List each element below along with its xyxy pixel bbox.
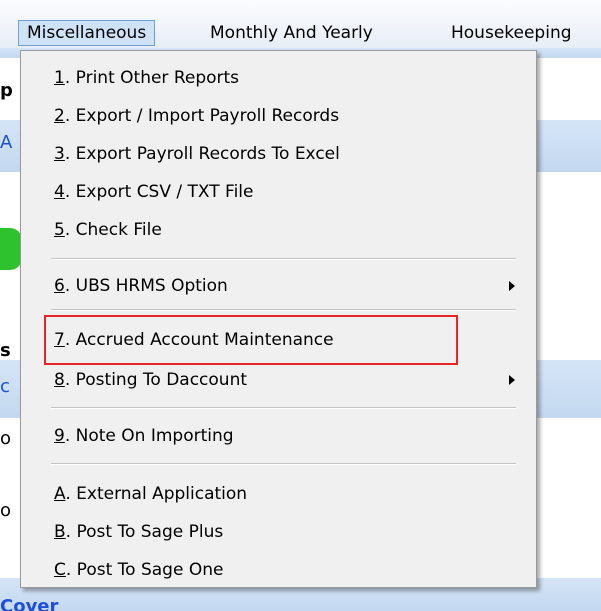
accelerator-key: B (54, 522, 66, 542)
menu-item-label: . Accrued Account Maintenance (64, 330, 334, 350)
menu-separator (51, 258, 516, 260)
menu-item-label: . Export / Import Payroll Records (64, 106, 340, 126)
menu-item-export-csv-txt-file[interactable]: 4. Export CSV / TXT File (54, 179, 253, 205)
accelerator-key: 1 (54, 68, 65, 88)
status-indicator (0, 228, 22, 270)
menu-item-label: . External Application (65, 484, 248, 504)
menu-item-accrued-account-maintenance[interactable]: 7. Accrued Account Maintenance (54, 327, 334, 353)
menu-item-post-to-sage-plus[interactable]: B. Post To Sage Plus (54, 519, 223, 545)
bg-fragment: c (0, 376, 10, 397)
menu-item-posting-to-daccount[interactable]: 8. Posting To Daccount (54, 367, 247, 393)
menu-item-label: . Print Other Reports (64, 68, 240, 88)
menu-item-label: . Post To Sage Plus (65, 522, 224, 542)
bg-fragment: A (0, 132, 13, 153)
bg-fragment: p (0, 80, 13, 101)
menu-monthly-and-yearly[interactable]: Monthly And Yearly (210, 20, 373, 46)
menu-miscellaneous[interactable]: Miscellaneous (18, 20, 156, 46)
menu-bar: Miscellaneous Monthly And Yearly Houseke… (0, 0, 601, 49)
bg-fragment: Cover (0, 596, 59, 611)
menu-separator (51, 407, 516, 409)
bg-fragment: s (0, 340, 11, 361)
menu-housekeeping[interactable]: Housekeeping (451, 20, 572, 46)
menu-item-export-payroll-records-to-excel[interactable]: 3. Export Payroll Records To Excel (54, 141, 340, 167)
accelerator-key: 9 (54, 426, 65, 446)
menu-separator (51, 309, 516, 311)
accelerator-key: C (54, 560, 66, 580)
accelerator-key: 5 (54, 220, 65, 240)
menu-item-post-to-sage-one[interactable]: C. Post To Sage One (54, 557, 223, 583)
accelerator-key: 6 (54, 276, 65, 296)
menu-item-export-import-payroll-records[interactable]: 2. Export / Import Payroll Records (54, 103, 339, 129)
menu-item-label: . Export Payroll Records To Excel (64, 144, 340, 164)
submenu-arrow-icon (509, 375, 515, 385)
bg-fragment: o (0, 500, 12, 521)
menu-item-label: . Post To Sage One (65, 560, 224, 580)
menu-item-label: . Posting To Daccount (64, 370, 248, 390)
bg-fragment: o (0, 428, 12, 449)
submenu-arrow-icon (509, 281, 515, 291)
accelerator-key: 7 (54, 330, 65, 350)
menu-item-label: . UBS HRMS Option (64, 276, 228, 296)
menu-item-label: . Check File (64, 220, 162, 240)
menu-item-ubs-hrms-option[interactable]: 6. UBS HRMS Option (54, 273, 228, 299)
menu-item-label: . Export CSV / TXT File (64, 182, 254, 202)
accelerator-key: 4 (54, 182, 65, 202)
menu-separator (51, 463, 516, 465)
accelerator-key: 8 (54, 370, 65, 390)
menu-item-label: . Note On Importing (64, 426, 234, 446)
accelerator-key: A (54, 484, 66, 504)
accelerator-key: 2 (54, 106, 65, 126)
miscellaneous-dropdown-menu: 1. Print Other Reports 2. Export / Impor… (20, 50, 537, 588)
accelerator-key: 3 (54, 144, 65, 164)
menu-item-note-on-importing[interactable]: 9. Note On Importing (54, 423, 234, 449)
menu-item-print-other-reports[interactable]: 1. Print Other Reports (54, 65, 239, 91)
menu-item-external-application[interactable]: A. External Application (54, 481, 247, 507)
menu-item-check-file[interactable]: 5. Check File (54, 217, 162, 243)
